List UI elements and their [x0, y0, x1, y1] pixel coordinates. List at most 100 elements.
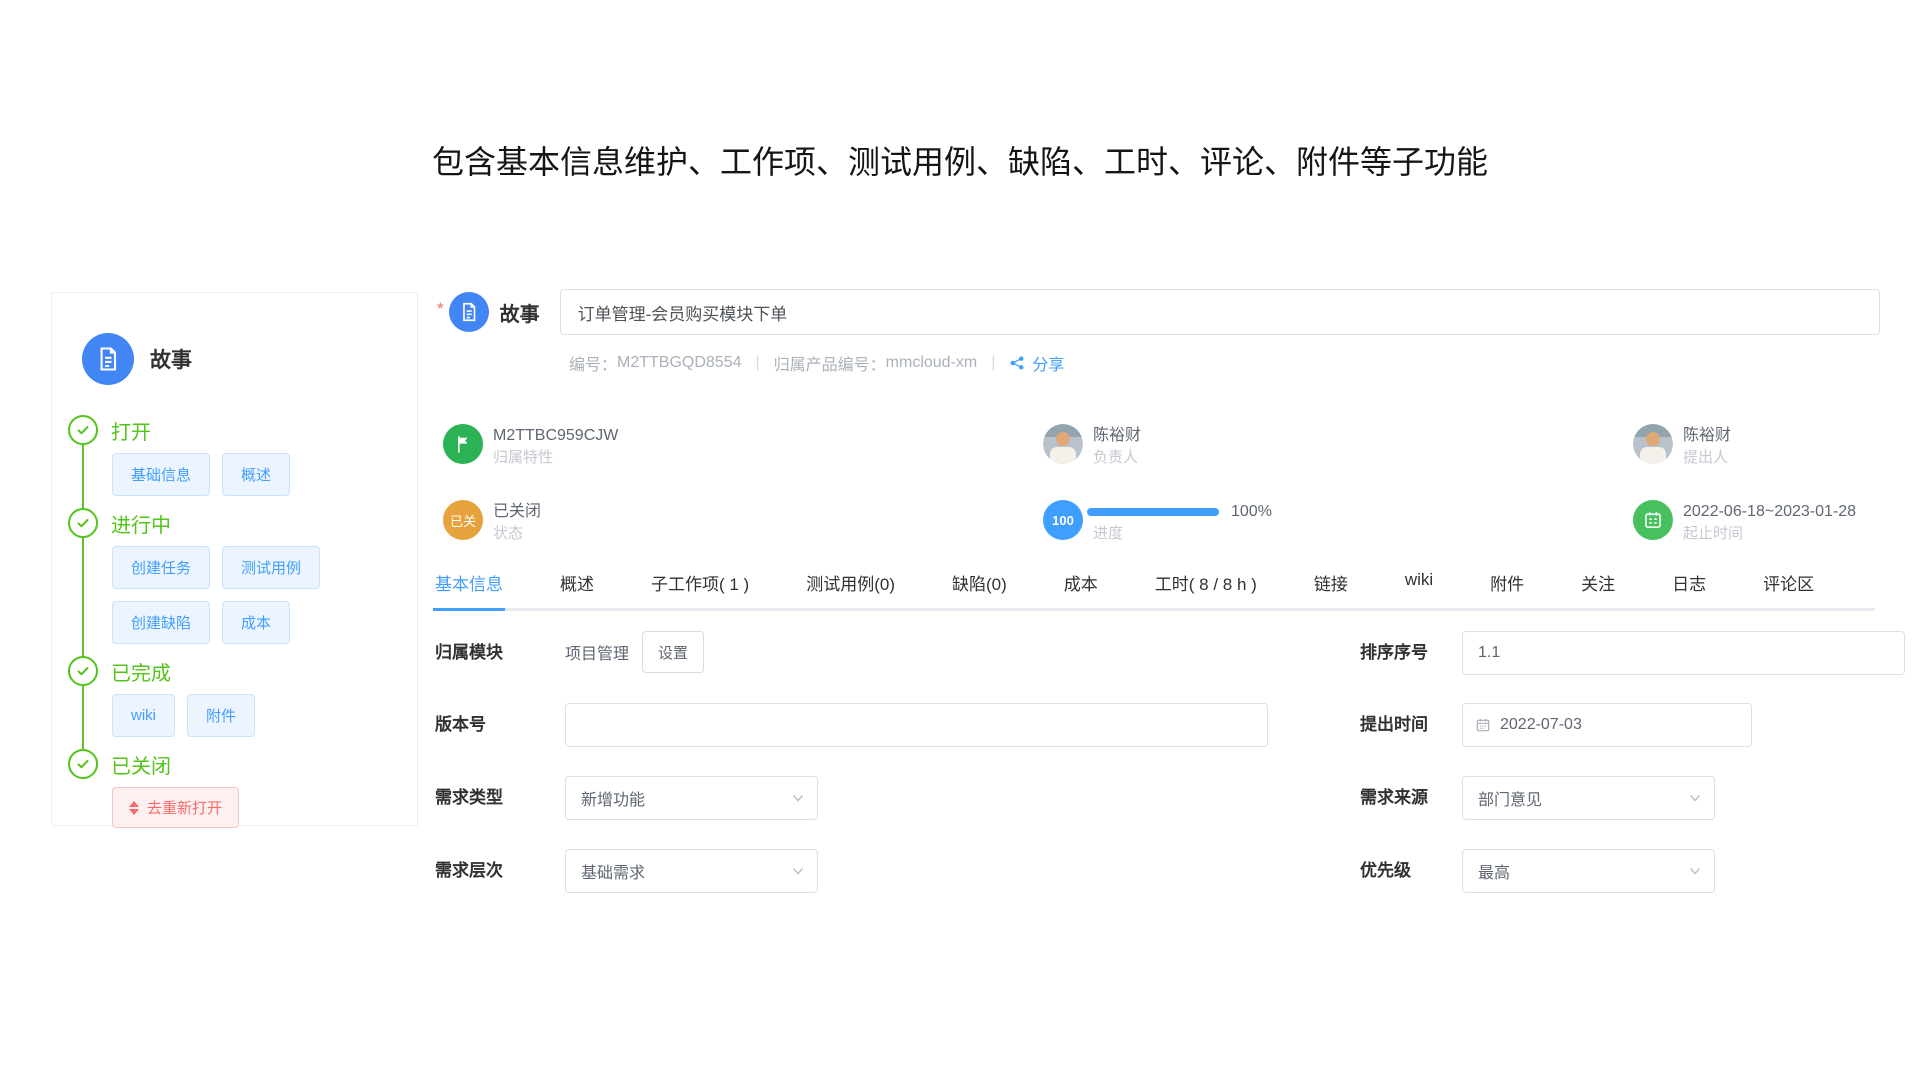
sort-no-input[interactable] [1462, 631, 1905, 675]
status-label: 状态 [493, 523, 541, 544]
tab-wiki[interactable]: wiki [1405, 570, 1433, 595]
reopen-button[interactable]: 去重新打开 [112, 787, 239, 828]
req-level-field: 基础需求 [565, 849, 818, 893]
cost-button[interactable]: 成本 [222, 601, 290, 644]
detail-tabs: 基本信息 概述 子工作项( 1 ) 测试用例(0) 缺陷(0) 成本 工时( 8… [435, 570, 1875, 611]
meta-separator: | [756, 354, 760, 372]
required-mark: * [437, 299, 444, 319]
status-cell: 已关 已关闭 状态 [443, 500, 541, 544]
meta-separator: | [991, 354, 995, 372]
req-type-select[interactable]: 新增功能 [565, 776, 818, 820]
progress-label: 进度 [1093, 523, 1272, 544]
req-source-select[interactable]: 部门意见 [1462, 776, 1715, 820]
check-icon [68, 508, 98, 538]
version-field [565, 703, 1268, 747]
req-level-select[interactable]: 基础需求 [565, 849, 818, 893]
tab-cost[interactable]: 成本 [1064, 570, 1098, 595]
check-icon [68, 415, 98, 445]
stage-done: 已完成 [68, 656, 417, 686]
story-header: * 故事 [437, 288, 1880, 336]
product-id-value: mmcloud-xm [886, 354, 978, 372]
module-settings-button[interactable]: 设置 [642, 631, 704, 673]
tab-logs[interactable]: 日志 [1672, 570, 1706, 595]
tab-basic-info[interactable]: 基本信息 [435, 570, 503, 595]
proposed-time-label: 提出时间 [1360, 703, 1428, 747]
sort-no-field [1462, 631, 1905, 675]
chevron-down-icon [791, 791, 805, 805]
chevron-down-icon [1688, 864, 1702, 878]
tab-comments[interactable]: 评论区 [1763, 570, 1814, 595]
tab-sub-work-items[interactable]: 子工作项( 1 ) [651, 570, 749, 595]
module-field: 项目管理 设置 [565, 630, 704, 674]
priority-value: 最高 [1478, 859, 1510, 883]
req-type-field: 新增功能 [565, 776, 818, 820]
date-range: 2022-06-18~2023-01-28 [1683, 500, 1856, 523]
status-value: 已关闭 [493, 500, 541, 523]
req-level-label: 需求层次 [435, 849, 503, 893]
version-label: 版本号 [435, 703, 486, 747]
priority-select[interactable]: 最高 [1462, 849, 1715, 893]
status-badge: 已关 [443, 500, 483, 540]
owner-cell: 陈裕财 负责人 [1043, 424, 1141, 468]
req-type-value: 新增功能 [581, 786, 645, 810]
timeline-connector [82, 431, 84, 749]
tab-test-cases[interactable]: 测试用例(0) [806, 570, 895, 595]
stage-closed: 已关闭 [68, 749, 417, 779]
proposed-time-picker[interactable]: 2022-07-03 [1462, 703, 1752, 747]
page: 包含基本信息维护、工作项、测试用例、缺陷、工时、评论、附件等子功能 故事 打开 [0, 0, 1920, 1080]
feature-label: 归属特性 [493, 447, 618, 468]
avatar [1633, 424, 1673, 464]
story-id-value: M2TTBGQD8554 [617, 354, 741, 372]
proposed-time-field: 2022-07-03 [1462, 703, 1752, 747]
date-range-label: 起止时间 [1683, 523, 1856, 544]
version-input[interactable] [565, 703, 1268, 747]
reopen-button-label: 去重新打开 [147, 797, 222, 818]
priority-label: 优先级 [1360, 849, 1411, 893]
story-workflow-card: 故事 打开 基础信息 概述 进行中 创 [51, 292, 418, 826]
story-meta-row: 编号： M2TTBGQD8554 | 归属产品编号： mmcloud-xm | … [569, 351, 1064, 375]
tab-overview[interactable]: 概述 [560, 570, 594, 595]
sort-arrows-icon [129, 801, 139, 815]
avatar [1043, 424, 1083, 464]
stage-inprogress: 进行中 [68, 508, 417, 538]
req-level-value: 基础需求 [581, 859, 645, 883]
create-task-button[interactable]: 创建任务 [112, 546, 210, 589]
req-source-label: 需求来源 [1360, 776, 1428, 820]
tab-hours[interactable]: 工时( 8 / 8 h ) [1155, 570, 1257, 595]
stage-closed-buttons: 去重新打开 [112, 787, 348, 828]
owner-label: 负责人 [1093, 447, 1141, 468]
priority-field: 最高 [1462, 849, 1715, 893]
workflow-timeline: 打开 基础信息 概述 进行中 创建任务 测试用例 创建缺陷 成本 [68, 415, 417, 828]
story-title-input[interactable] [560, 289, 1880, 335]
attachment-button[interactable]: 附件 [187, 694, 255, 737]
test-case-button[interactable]: 测试用例 [222, 546, 320, 589]
chevron-down-icon [791, 864, 805, 878]
story-id-label: 编号： [569, 351, 617, 375]
chevron-down-icon [1688, 791, 1702, 805]
wiki-button[interactable]: wiki [112, 694, 175, 737]
module-value: 项目管理 [565, 640, 629, 664]
stage-closed-label: 已关闭 [111, 750, 171, 779]
progress-cell: 100 100% 进度 [1043, 500, 1272, 544]
tab-attachments[interactable]: 附件 [1490, 570, 1524, 595]
progress-percent: 100% [1231, 503, 1272, 521]
overview-button[interactable]: 概述 [222, 453, 290, 496]
product-id-label: 归属产品编号： [774, 351, 886, 375]
share-button[interactable]: 分享 [1009, 351, 1064, 375]
proposer-cell: 陈裕财 提出人 [1633, 424, 1731, 468]
tab-defects[interactable]: 缺陷(0) [952, 570, 1007, 595]
stage-open-buttons: 基础信息 概述 [112, 453, 348, 496]
stage-done-buttons: wiki 附件 [112, 694, 348, 737]
basic-info-button[interactable]: 基础信息 [112, 453, 210, 496]
calendar-icon [1633, 500, 1673, 540]
create-defect-button[interactable]: 创建缺陷 [112, 601, 210, 644]
story-doc-icon [449, 292, 489, 332]
proposed-time-value: 2022-07-03 [1500, 716, 1582, 734]
tab-follow[interactable]: 关注 [1581, 570, 1615, 595]
check-icon [68, 749, 98, 779]
module-label: 归属模块 [435, 631, 503, 675]
flag-icon [443, 424, 483, 464]
stage-open: 打开 [68, 415, 417, 445]
stage-inprogress-label: 进行中 [111, 509, 171, 538]
tab-links[interactable]: 链接 [1314, 570, 1348, 595]
